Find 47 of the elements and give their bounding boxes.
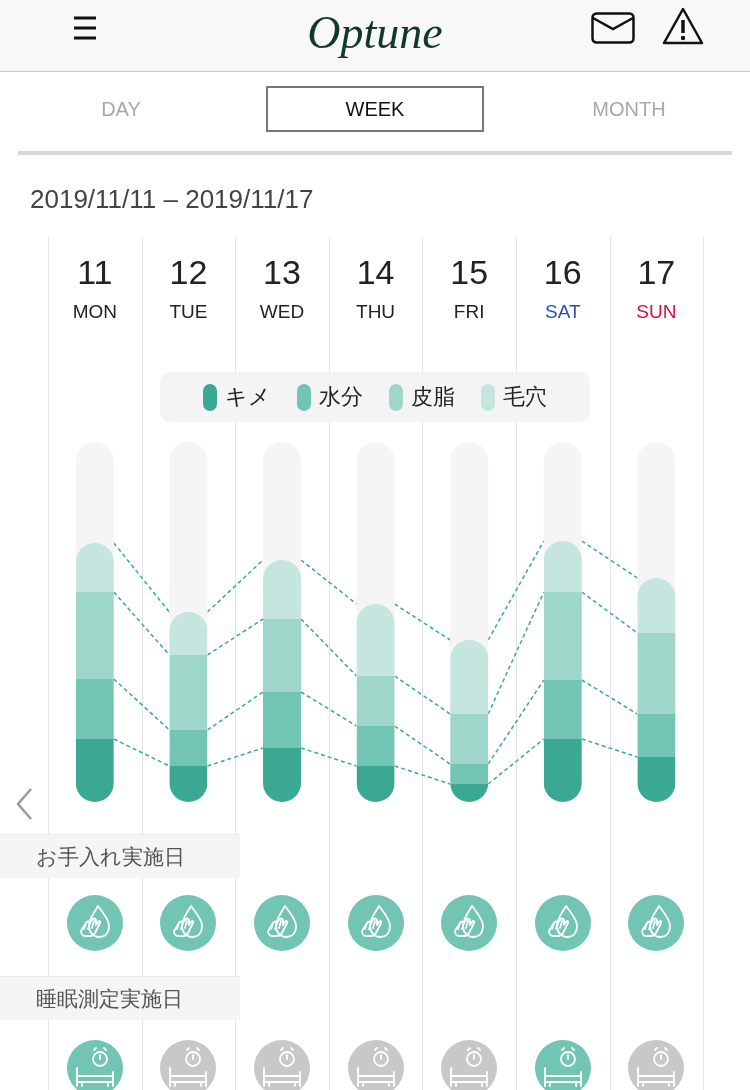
legend-label: 皮脂 [411,383,455,411]
trend-line [206,691,264,731]
section-title: お手入れ実施日 [35,843,185,871]
trend-line [113,738,171,767]
tab[interactable]: DAY [12,86,230,132]
mail-icon[interactable] [591,12,635,44]
weekday-label: THU [356,300,396,324]
trend-line [206,618,264,656]
trend-line [581,540,639,579]
trend-line [300,559,358,605]
trend-line [300,691,358,727]
weekday-label: SAT [545,300,581,324]
tab[interactable]: WEEK [266,86,484,132]
section-title: 睡眠測定実施日 [35,985,183,1013]
day-number: 12 [169,254,208,290]
trend-line [206,559,264,613]
trend-line [393,603,451,641]
previous-week-icon[interactable] [15,787,33,821]
weekday-label: FRI [453,300,485,324]
trend-line [581,738,639,758]
weekday-label: WED [259,300,305,324]
legend-label: 水分 [319,383,363,411]
warning-icon[interactable] [662,6,704,46]
logo: Optune [307,7,443,58]
trend-line [300,747,358,767]
trend-line [206,747,264,767]
trend-line [393,675,451,715]
date-range: 2019/11/11 – 2019/11/17 [30,184,314,214]
trend-line [581,591,639,634]
trend-line [300,618,358,677]
trend-line [113,678,171,731]
trend-line [113,542,171,613]
weekday-label: MON [72,300,117,324]
legend-label: 毛穴 [503,383,547,411]
tab[interactable]: MONTH [520,86,738,132]
legend-label: キメ [225,383,271,411]
day-number: 11 [77,254,113,290]
day-number: 13 [263,254,301,290]
day-number: 16 [543,254,582,290]
day-number: 17 [637,254,676,290]
day-number: 14 [356,254,395,290]
weekday-label: TUE [169,300,208,324]
day-number: 15 [450,254,489,290]
weekday-label: SUN [636,300,677,324]
trend-line [113,591,171,656]
trend-line [581,679,639,715]
menu-icon[interactable] [72,14,98,42]
